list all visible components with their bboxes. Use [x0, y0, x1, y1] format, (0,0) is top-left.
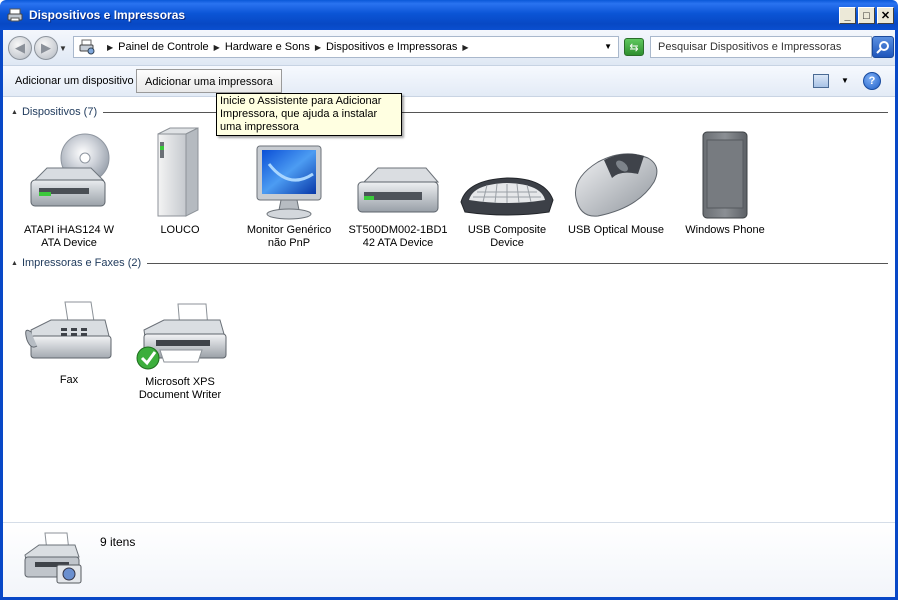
- device-label: Monitor Genérico: [246, 224, 332, 236]
- forward-arrow-icon: ▶: [41, 40, 51, 55]
- phone-icon: [702, 131, 748, 219]
- keyboard-icon: [460, 177, 554, 216]
- back-button[interactable]: ◀: [8, 36, 32, 60]
- printer-label: Microsoft XPS: [145, 376, 215, 388]
- device-label: 42 ATA Device: [362, 237, 434, 249]
- breadcrumb-devices-printers[interactable]: Dispositivos e Impressoras: [326, 41, 457, 53]
- device-item[interactable]: ST500DM002-1BD1 42 ATA Device: [343, 162, 453, 250]
- printer-icon: [136, 303, 227, 370]
- breadcrumb-control-panel[interactable]: Painel de Controle: [118, 41, 209, 53]
- group-divider: [147, 262, 888, 264]
- device-item[interactable]: ATAPI iHAS124 W ATA Device: [14, 132, 124, 250]
- device-label: ATAPI iHAS124 W: [23, 224, 115, 236]
- default-printer-check-icon: [136, 346, 160, 370]
- devices-content-area: ▲ Dispositivos (7) ATAPI iHAS124 W ATA D…: [3, 98, 895, 522]
- device-item[interactable]: USB Optical Mouse: [561, 148, 671, 237]
- details-pane: 9 itens: [3, 522, 895, 597]
- device-label: ST500DM002-1BD1: [348, 224, 448, 236]
- command-bar: Adicionar um dispositivo Adicionar uma i…: [3, 66, 895, 97]
- collapse-icon[interactable]: ▲: [11, 109, 18, 116]
- devices-printers-icon: [24, 532, 82, 584]
- optical-drive-icon: [30, 133, 110, 207]
- breadcrumb-hardware-sound[interactable]: Hardware e Sons: [225, 41, 310, 53]
- title-bar[interactable]: Dispositivos e Impressoras _ □ ✕: [0, 0, 898, 30]
- device-label: Device: [490, 237, 524, 249]
- add-device-button[interactable]: Adicionar um dispositivo: [7, 69, 142, 93]
- breadcrumb-separator-icon[interactable]: ▶: [462, 43, 468, 52]
- breadcrumb-separator-icon[interactable]: ▶: [107, 43, 113, 52]
- add-printer-button[interactable]: Adicionar uma impressora: [136, 69, 282, 93]
- device-label: Windows Phone: [685, 224, 765, 236]
- computer-tower-icon: [157, 127, 199, 217]
- item-count: 9 itens: [100, 535, 136, 549]
- device-label: USB Optical Mouse: [568, 224, 664, 236]
- printer-label: Fax: [59, 374, 79, 386]
- breadcrumb[interactable]: ▶ Painel de Controle ▶ Hardware e Sons ▶…: [73, 36, 619, 58]
- fax-icon: [25, 301, 112, 359]
- breadcrumb-separator-icon[interactable]: ▶: [214, 43, 220, 52]
- printers-group-header[interactable]: ▲ Impressoras e Faxes (2): [11, 257, 888, 269]
- devices-group-header[interactable]: ▲ Dispositivos (7): [11, 106, 888, 118]
- window-title: Dispositivos e Impressoras: [29, 8, 186, 22]
- device-label: não PnP: [267, 237, 311, 249]
- device-item[interactable]: USB Composite Device: [452, 172, 562, 250]
- help-icon[interactable]: ?: [863, 72, 881, 90]
- refresh-icon: ⇆: [629, 41, 639, 54]
- device-item[interactable]: LOUCO: [125, 126, 235, 237]
- collapse-icon[interactable]: ▲: [11, 260, 18, 267]
- device-label: USB Composite: [467, 224, 547, 236]
- device-item[interactable]: Monitor Genérico não PnP: [234, 144, 344, 250]
- forward-button[interactable]: ▶: [34, 36, 58, 60]
- address-history-dropdown[interactable]: ▼: [604, 42, 612, 51]
- printer-label: Document Writer: [138, 389, 222, 401]
- mouse-icon: [574, 153, 658, 217]
- recent-pages-dropdown[interactable]: ▼: [59, 44, 67, 53]
- breadcrumb-separator-icon[interactable]: ▶: [315, 43, 321, 52]
- device-label: ATA Device: [41, 237, 97, 249]
- device-label: LOUCO: [160, 224, 200, 236]
- change-view-icon[interactable]: [813, 74, 829, 88]
- search-icon: [876, 41, 889, 54]
- control-panel-icon: [79, 39, 95, 55]
- monitor-icon: [256, 145, 322, 220]
- back-arrow-icon: ◀: [15, 40, 25, 55]
- add-printer-tooltip: Inicie o Assistente para Adicionar Impre…: [216, 93, 402, 136]
- refresh-button[interactable]: ⇆: [624, 38, 644, 56]
- devices-group-title: Dispositivos (7): [21, 106, 98, 118]
- search-button[interactable]: [872, 36, 894, 58]
- devices-printers-icon: [7, 8, 23, 22]
- printers-group-title: Impressoras e Faxes (2): [21, 257, 142, 269]
- close-button[interactable]: ✕: [877, 7, 894, 24]
- printer-item[interactable]: Microsoft XPS Document Writer: [125, 302, 235, 402]
- address-bar: ◀ ▶ ▼ ▶ Painel de Controle ▶ Hardware e …: [3, 30, 895, 66]
- search-input[interactable]: Pesquisar Dispositivos e Impressoras: [650, 36, 872, 58]
- device-item[interactable]: Windows Phone: [670, 130, 780, 237]
- hard-drive-icon: [357, 167, 440, 213]
- maximize-button[interactable]: □: [858, 7, 875, 24]
- printer-item[interactable]: Fax: [14, 300, 124, 387]
- view-options-dropdown[interactable]: ▼: [841, 76, 849, 85]
- minimize-button[interactable]: _: [839, 7, 856, 24]
